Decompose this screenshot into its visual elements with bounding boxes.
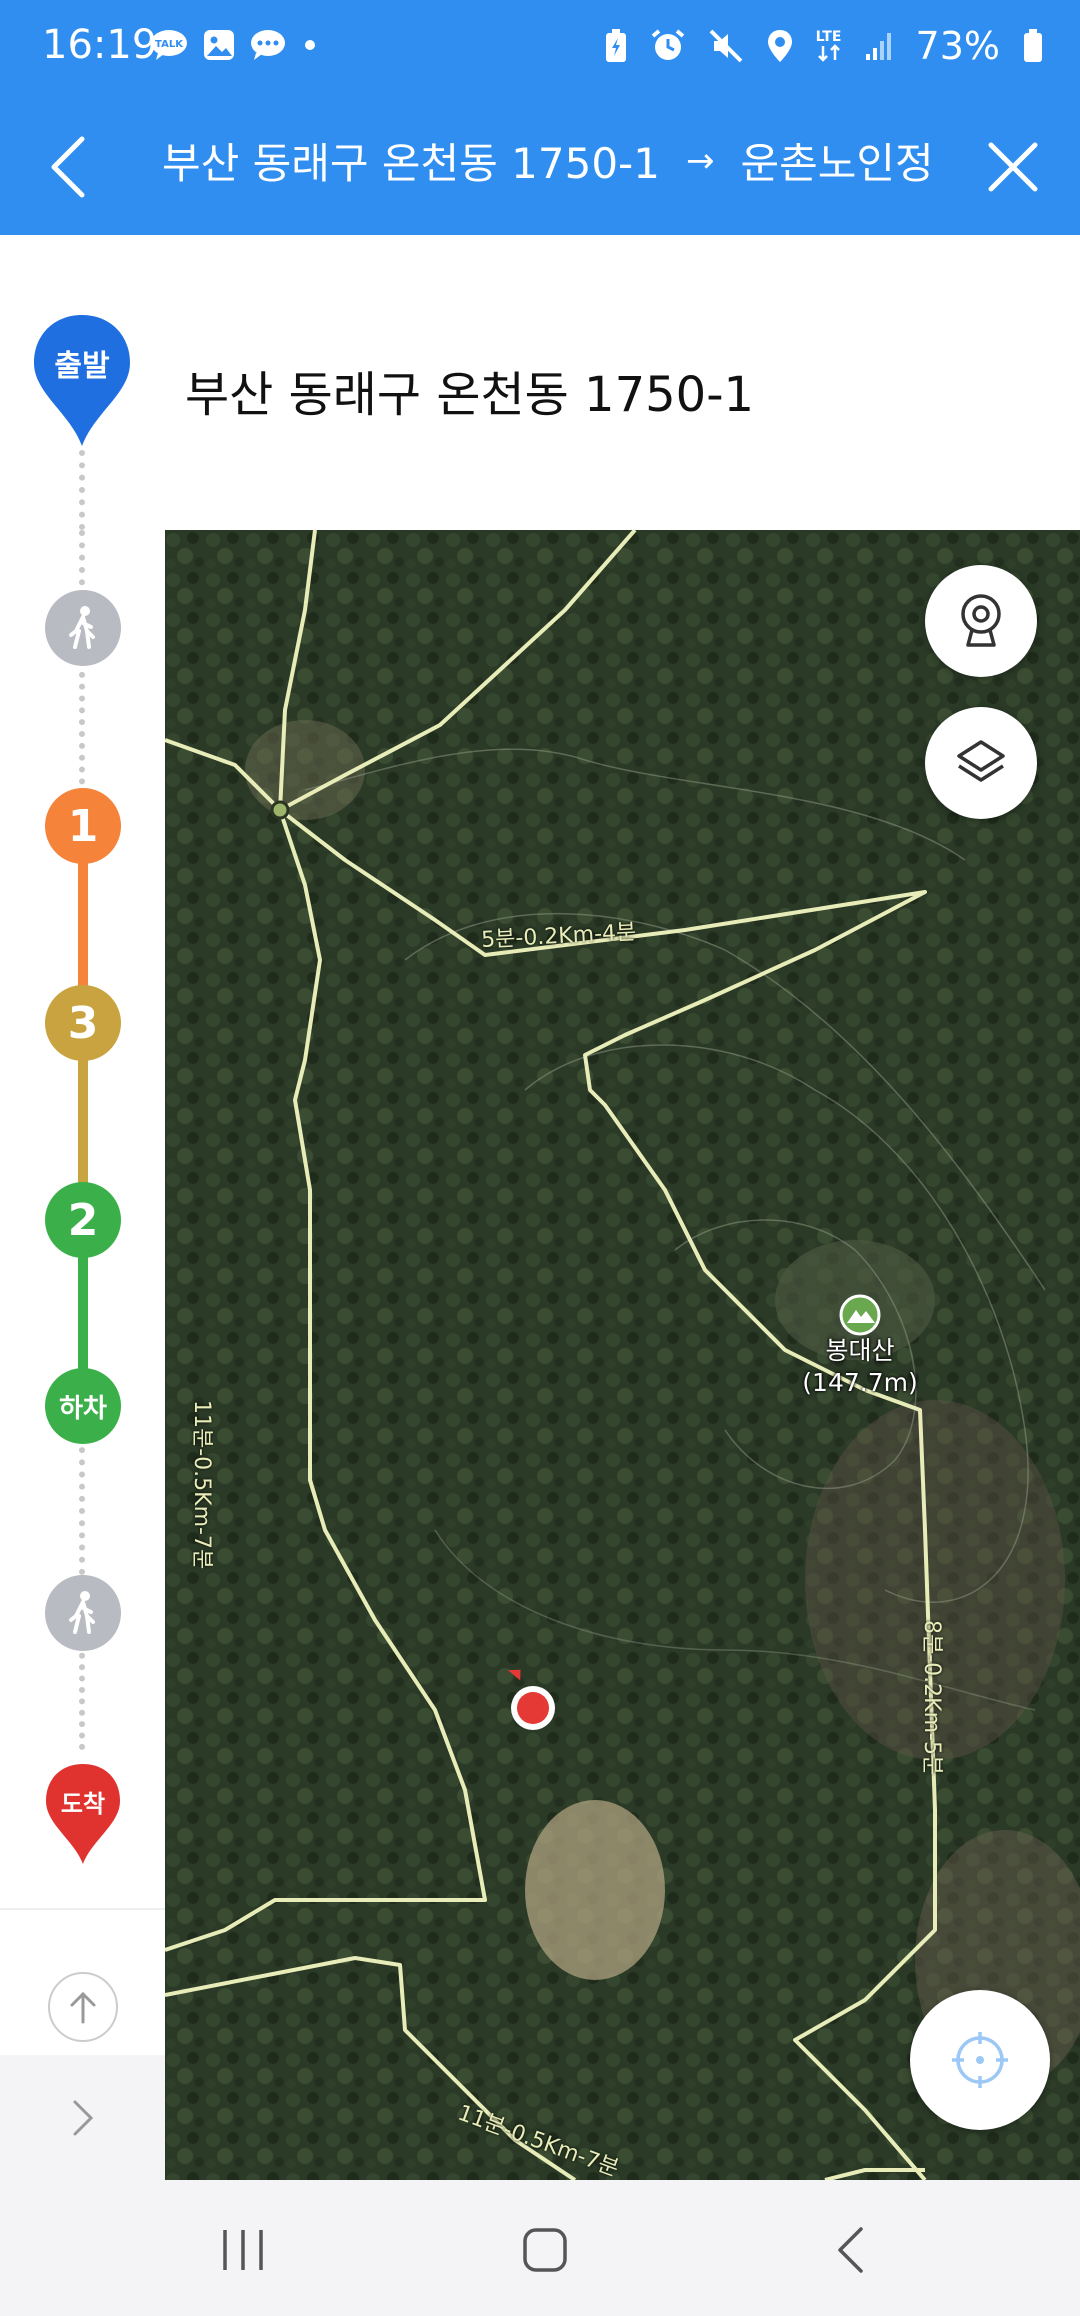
- layers-icon: [957, 740, 1005, 782]
- expand-panel-button[interactable]: [0, 2055, 165, 2180]
- signal-icon: [864, 30, 894, 62]
- walk-icon: [69, 1591, 95, 1634]
- line-1-connector: [78, 850, 88, 1000]
- back-button[interactable]: [28, 122, 108, 212]
- svg-text:TALK: TALK: [155, 39, 184, 50]
- dot-icon: [300, 35, 320, 55]
- origin-address: 부산 동래구 온천동 1750-1: [185, 367, 755, 423]
- line-badge-3[interactable]: 3: [45, 985, 121, 1061]
- route-header: 부산 동래구 온천동 1750-1 → 운촌노인정: [0, 100, 1080, 235]
- alarm-icon: [650, 28, 686, 64]
- walk-step-2[interactable]: [45, 1575, 121, 1651]
- route-step-sidebar: 1 3 2 하차 도착: [0, 530, 165, 2180]
- walk-icon: [69, 606, 95, 649]
- line-3-connector: [78, 1050, 88, 1200]
- battery-saver-icon: [604, 28, 628, 64]
- home-icon: [523, 2228, 567, 2272]
- arrive-label: 도착: [60, 1790, 106, 1818]
- line-badge-1[interactable]: 1: [45, 788, 121, 864]
- scroll-to-top-button[interactable]: [48, 1972, 118, 2042]
- talk-icon: TALK: [150, 29, 188, 61]
- header-destination: 운촌노인정: [740, 139, 934, 188]
- close-icon: [988, 142, 1038, 192]
- line-badge-label: 1: [67, 800, 99, 852]
- line-badge-label: 2: [67, 1194, 99, 1246]
- alight-badge[interactable]: 하차: [45, 1368, 121, 1444]
- chevron-left-icon: [51, 136, 85, 198]
- status-time: 16:19: [42, 22, 158, 68]
- route-connector: [79, 450, 85, 530]
- close-button[interactable]: [968, 122, 1058, 212]
- network-type: LTE: [815, 29, 842, 45]
- line-badge-label: 3: [67, 997, 99, 1049]
- trail-label: 11분-0.5Km-7분: [189, 1400, 214, 1570]
- system-back-button[interactable]: [790, 2210, 910, 2290]
- origin-panel: 출발 부산 동래구 온천동 1750-1: [0, 235, 1080, 531]
- satellite-map[interactable]: 5분-0.2Km-4분 11분-0.5Km-7분 8분-0.2Km-5분 11분…: [165, 530, 1080, 2180]
- origin-pin: 출발: [32, 313, 132, 448]
- status-bar: 16:19 TALK LTE 73%: [0, 0, 1080, 100]
- map-layers-button[interactable]: [925, 707, 1037, 819]
- home-button[interactable]: [485, 2210, 605, 2290]
- battery-icon: [1022, 28, 1044, 64]
- status-system-icons: LTE 73%: [604, 24, 1044, 68]
- system-nav-bar: [0, 2180, 1080, 2316]
- message-icon: [250, 29, 286, 61]
- status-notifications: TALK: [150, 28, 320, 62]
- my-location-button[interactable]: [910, 1990, 1050, 2130]
- sidebar-divider: [0, 1908, 165, 1910]
- recent-apps-icon: [223, 2230, 263, 2270]
- arrow-up-icon: [70, 1991, 96, 2024]
- alight-label: 하차: [59, 1393, 107, 1424]
- gallery-icon: [202, 28, 236, 62]
- walk-step-1[interactable]: [45, 590, 121, 666]
- origin-pin-label: 출발: [54, 349, 110, 384]
- cctv-icon: [961, 594, 1001, 647]
- back-icon: [838, 2227, 863, 2273]
- walk-connector-3: [79, 1435, 85, 1575]
- recent-apps-button[interactable]: [183, 2210, 303, 2290]
- header-origin: 부산 동래구 온천동 1750-1: [162, 139, 660, 188]
- mute-icon: [708, 28, 744, 64]
- peak-label: 봉대산 (147.7m): [765, 1335, 955, 1399]
- route-summary[interactable]: 부산 동래구 온천동 1750-1 → 운촌노인정: [162, 130, 934, 191]
- line-badge-2[interactable]: 2: [45, 1182, 121, 1258]
- cctv-button[interactable]: [925, 565, 1037, 677]
- battery-percent: 73%: [915, 24, 1000, 68]
- location-icon: [766, 28, 794, 64]
- lte-icon: LTE: [816, 30, 842, 62]
- chevron-right-icon: [73, 2100, 93, 2135]
- trail-label: 8분-0.2Km-5분: [919, 1620, 944, 1776]
- peak-name: 봉대산: [825, 1336, 895, 1365]
- crosshair-icon: [952, 2032, 1008, 2088]
- header-arrow: →: [685, 140, 715, 181]
- peak-height: (147.7m): [802, 1368, 918, 1397]
- arrive-pin[interactable]: 도착: [44, 1762, 122, 1866]
